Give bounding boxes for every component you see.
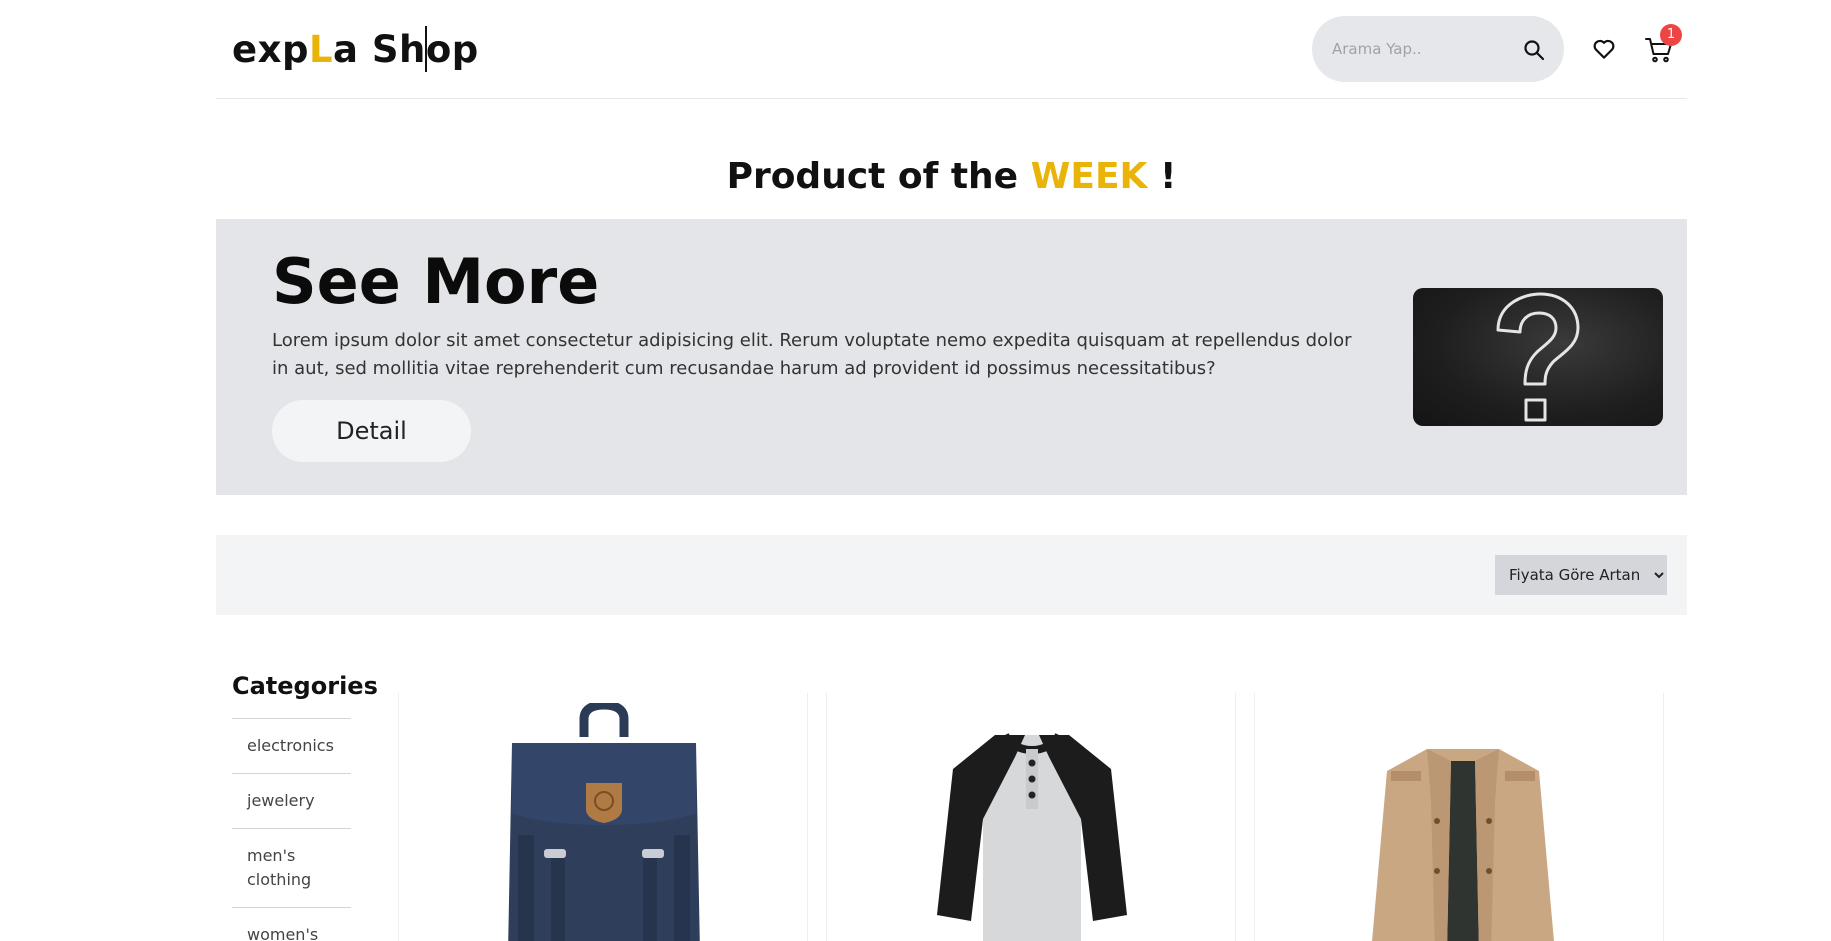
logo-part-1: exp [232, 28, 309, 71]
search-box [1312, 16, 1564, 82]
category-item-mens-clothing[interactable]: men's clothing [232, 828, 351, 907]
filter-bar: Fiyata Göre Artan [216, 535, 1687, 615]
search-input[interactable] [1332, 34, 1512, 64]
search-icon[interactable] [1522, 38, 1546, 62]
featured-description: Lorem ipsum dolor sit amet consectetur a… [272, 330, 1352, 379]
category-item-electronics[interactable]: electronics [232, 718, 351, 773]
categories-title: Categories [232, 672, 378, 700]
product-of-week-title: Product of the WEEK ! [216, 156, 1687, 197]
category-item-womens-clothing[interactable]: women's clothing [232, 907, 351, 941]
cart-button[interactable]: 1 [1644, 24, 1682, 66]
logo-part-2: a Sh [333, 28, 426, 71]
question-mark-icon [1496, 292, 1580, 422]
product-card[interactable] [1254, 693, 1664, 941]
title-highlight: WEEK [1030, 156, 1148, 197]
question-mark-image [1413, 288, 1663, 426]
detail-button[interactable]: Detail [272, 400, 471, 462]
site-logo[interactable]: expLa Shop [232, 26, 479, 72]
backpack-image [508, 703, 700, 941]
featured-banner: See More Lorem ipsum dolor sit amet cons… [216, 219, 1687, 495]
logo-part-3: op [425, 28, 479, 71]
site-header: expLa Shop 1 [216, 0, 1687, 99]
featured-heading: See More [272, 245, 600, 318]
product-card[interactable] [826, 693, 1236, 941]
sort-select[interactable]: Fiyata Göre Artan [1495, 555, 1667, 595]
title-suffix: ! [1160, 156, 1177, 197]
heart-icon[interactable] [1591, 36, 1617, 62]
jacket-image [1372, 749, 1554, 941]
logo-accent: L [308, 28, 334, 71]
henley-shirt-image [937, 732, 1127, 941]
product-card[interactable] [398, 693, 808, 941]
title-prefix: Product of the [726, 156, 1019, 197]
category-list: electronics jewelery men's clothing wome… [232, 718, 351, 941]
cart-count-badge: 1 [1660, 24, 1682, 46]
category-item-jewelery[interactable]: jewelery [232, 773, 351, 828]
